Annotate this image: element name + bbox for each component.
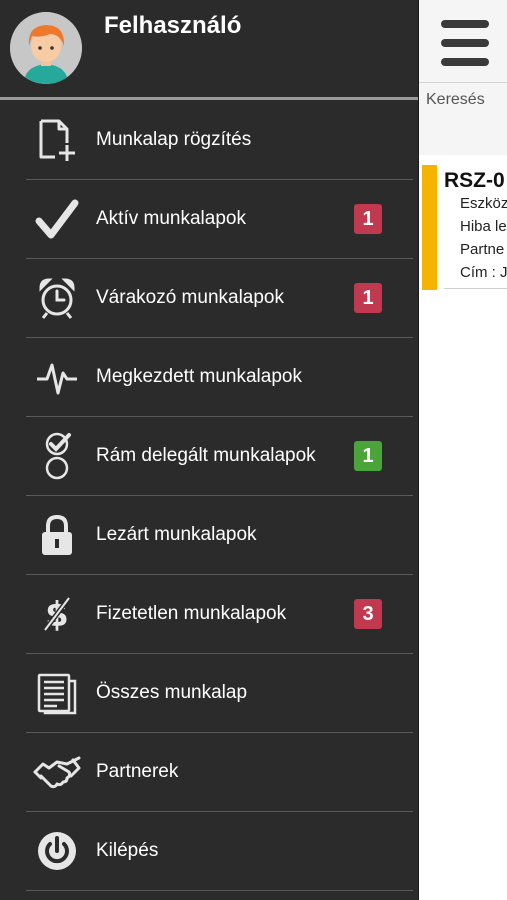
menu-item-active-worksheets[interactable]: Aktív munkalapok 1 [0,180,418,259]
drawer-menu: Munkalap rögzítés Aktív munkalapok 1 Vár… [0,101,418,891]
card-line-address: Cím : J [460,264,507,281]
divider [26,890,413,891]
menu-item-started-worksheets[interactable]: Megkezdett munkalapok [0,338,418,417]
handshake-icon [33,747,81,797]
checkmark-icon [33,194,81,244]
alarm-clock-icon [33,273,81,323]
document-list-icon [33,668,81,718]
menu-label: Lezárt munkalapok [96,524,257,545]
avatar[interactable] [10,12,82,84]
count-badge: 1 [354,283,382,313]
menu-item-delegated-worksheets[interactable]: Rám delegált munkalapok 1 [0,417,418,496]
menu-label: Aktív munkalapok [96,208,246,229]
header-divider [0,97,418,100]
main-content: Keresés RSZ-0 Eszköz Hiba le Partne Cím … [418,0,507,900]
user-name: Felhasználó [104,12,242,39]
card-title: RSZ-0 [444,169,505,192]
menu-item-waiting-worksheets[interactable]: Várakozó munkalapok 1 [0,259,418,338]
menu-label: Rám delegált munkalapok [96,445,316,466]
side-drawer: Felhasználó Munkalap rögzítés Aktív munk… [0,0,419,900]
drawer-header: Felhasználó [0,0,418,100]
search-bar[interactable]: Keresés [418,83,507,155]
menu-item-logout[interactable]: Kilépés [0,812,418,891]
lock-icon [33,510,81,560]
card-divider [444,288,507,289]
menu-label: Összes munkalap [96,682,248,703]
card-line-fault: Hiba le [460,218,507,235]
count-badge: 1 [354,441,382,471]
power-icon [33,826,81,876]
menu-label: Várakozó munkalapok [96,287,284,308]
card-line-partner: Partne [460,241,505,258]
top-bar [418,0,507,83]
add-document-icon [33,115,81,165]
hamburger-menu-icon[interactable] [441,20,489,66]
card-status-accent [422,165,437,290]
menu-item-closed-worksheets[interactable]: Lezárt munkalapok [0,496,418,575]
delegated-check-icon [33,431,81,481]
menu-label: Kilépés [96,840,159,861]
count-badge: 1 [354,204,382,234]
card-line-device: Eszköz [460,195,507,212]
menu-item-unpaid-worksheets[interactable]: $ Fizetetlen munkalapok 3 [0,575,418,654]
pulse-icon [33,352,81,402]
worksheet-card[interactable]: RSZ-0 Eszköz Hiba le Partne Cím : J [422,165,507,290]
menu-label: Partnerek [96,761,179,782]
menu-label: Fizetetlen munkalapok [96,603,287,624]
menu-label: Megkezdett munkalapok [96,366,302,387]
menu-label: Munkalap rögzítés [96,129,252,150]
menu-item-partners[interactable]: Partnerek [0,733,418,812]
menu-item-all-worksheets[interactable]: Összes munkalap [0,654,418,733]
search-label: Keresés [426,91,485,108]
menu-item-new-worksheet[interactable]: Munkalap rögzítés [0,101,418,180]
count-badge: 3 [354,599,382,629]
unpaid-dollar-icon: $ [33,589,81,639]
